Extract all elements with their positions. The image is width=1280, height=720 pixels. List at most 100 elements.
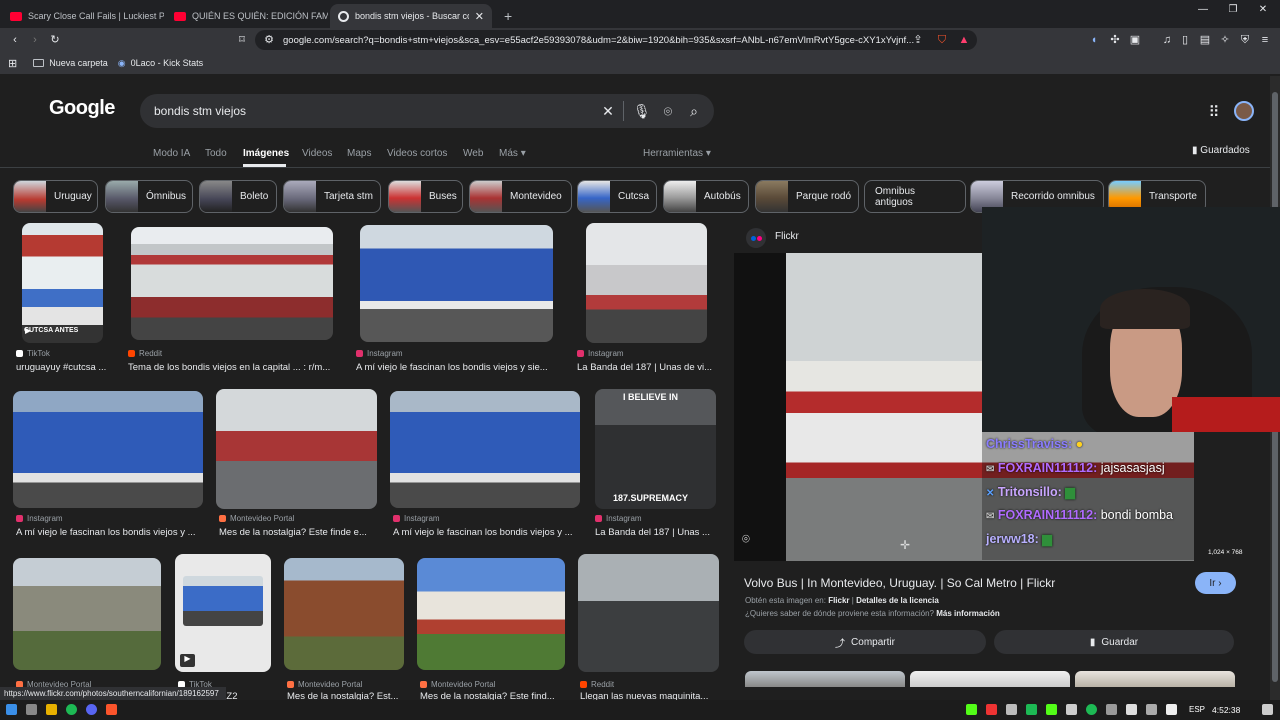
related-image-1[interactable] — [745, 671, 905, 687]
tab-web[interactable]: Web — [463, 148, 483, 159]
result-caption[interactable]: Mes de la nostalgia? Este finde e... — [219, 527, 377, 538]
brave-rewards-icon[interactable]: ▲ — [957, 33, 971, 47]
chip-omnibus-antiguos[interactable]: Omnibus antiguos — [864, 180, 966, 213]
lens-search-icon[interactable]: ⌾ — [742, 531, 750, 547]
google-apps-icon[interactable]: ⠿ — [1206, 103, 1222, 121]
address-bar[interactable]: google.com/search?q=bondis+stm+viejos&sc… — [255, 30, 977, 50]
restore-icon[interactable]: ❐ — [1218, 4, 1248, 15]
chip-montevideo[interactable]: Montevideo — [469, 180, 572, 213]
result-image-2[interactable] — [131, 227, 333, 340]
chip-parque-rodo[interactable]: Parque rodó — [755, 180, 859, 213]
related-image-3[interactable] — [1075, 671, 1235, 687]
leo-icon[interactable]: ✧ — [1218, 33, 1232, 47]
tray-icon[interactable] — [1066, 704, 1077, 715]
tab-videos[interactable]: Videos — [302, 148, 332, 159]
reload-icon[interactable]: ↻ — [48, 33, 62, 47]
brave-icon[interactable] — [106, 704, 117, 715]
tray-icon[interactable] — [1026, 704, 1037, 715]
clock[interactable]: 4:52:38 — [1212, 705, 1240, 715]
chip-tarjeta-stm[interactable]: Tarjeta stm — [283, 180, 381, 213]
media-icon[interactable]: ♫ — [1160, 33, 1174, 47]
result-image-7[interactable] — [390, 391, 580, 508]
result-image-5[interactable] — [13, 391, 203, 508]
menu-icon[interactable]: ≡ — [1258, 33, 1272, 47]
result-image-6[interactable] — [216, 389, 377, 509]
panel-title[interactable]: Volvo Bus | In Montevideo, Uruguay. | So… — [744, 576, 1055, 590]
taskbar-app-icon[interactable] — [26, 704, 37, 715]
lens-icon[interactable]: ⌾ — [660, 103, 676, 120]
result-caption[interactable]: A mí viejo le fascinan los bondis viejos… — [16, 527, 206, 538]
share-page-icon[interactable]: ⇪ — [911, 33, 925, 47]
chip-cutcsa[interactable]: Cutcsa — [577, 180, 657, 213]
sidebar-icon[interactable]: ▯ — [1178, 33, 1192, 47]
chip-omnibus[interactable]: Ómnibus — [105, 180, 193, 213]
result-image-3[interactable] — [360, 225, 553, 342]
tab-youtube-2[interactable]: QUIÉN ES QUIÉN: EDICIÓN FAMOSO... — [166, 4, 328, 28]
tray-icon[interactable] — [986, 704, 997, 715]
back-icon[interactable]: ‹ — [8, 33, 22, 47]
result-image-11[interactable] — [284, 558, 404, 670]
tray-icon[interactable] — [1006, 704, 1017, 715]
forward-icon[interactable]: › — [28, 33, 42, 47]
result-caption[interactable]: A mí viejo le fascinan los bondis viejos… — [393, 527, 583, 538]
found-in-site[interactable]: Flickr — [828, 596, 849, 605]
result-caption[interactable]: La Banda del 187 | Unas de vi... — [577, 362, 715, 373]
share-button[interactable]: ⤴ Compartir — [744, 630, 986, 654]
brave-shields-icon[interactable]: ⛉ — [935, 33, 949, 47]
tab-videos-cortos[interactable]: Videos cortos — [387, 148, 447, 159]
tab-imagenes[interactable]: Imágenes — [243, 148, 289, 159]
chip-autobus[interactable]: Autobús — [663, 180, 749, 213]
tray-icon[interactable] — [1106, 704, 1117, 715]
minimize-icon[interactable]: — — [1188, 4, 1218, 15]
related-image-2[interactable] — [910, 671, 1070, 687]
file-explorer-icon[interactable] — [46, 704, 57, 715]
avatar[interactable] — [1234, 101, 1254, 121]
result-image-13[interactable] — [578, 554, 719, 672]
new-tab-button[interactable]: + — [496, 4, 516, 28]
microphone-icon[interactable]: 🎙︎ — [633, 103, 651, 120]
bookmark-icon[interactable]: ⌑ — [235, 33, 249, 47]
vpn-icon[interactable]: ⛨ — [1238, 33, 1252, 47]
volume-icon[interactable] — [1166, 704, 1177, 715]
tab-youtube-1[interactable]: Scary Close Call Fails | Luckiest Peop..… — [2, 4, 164, 28]
tray-icon[interactable] — [1046, 704, 1057, 715]
result-caption[interactable]: La Banda del 187 | Unas ... — [595, 527, 716, 538]
tools-button[interactable]: Herramientas ▾ — [643, 148, 711, 159]
apps-icon[interactable]: ⊞ — [8, 57, 17, 70]
more-info-link[interactable]: Más información — [936, 609, 1000, 618]
result-caption[interactable]: Tema de los bondis viejos en la capital … — [128, 362, 338, 373]
screenshot-icon[interactable]: ▣ — [1128, 33, 1142, 47]
panel-source[interactable]: Flickr — [775, 231, 799, 242]
discord-icon[interactable] — [86, 704, 97, 715]
search-input[interactable]: bondis stm viejos — [154, 104, 246, 118]
audio-icon[interactable]: ◖ — [1087, 33, 1101, 47]
tab-mas[interactable]: Más ▾ — [499, 148, 526, 159]
notifications-icon[interactable] — [1262, 704, 1273, 715]
bookmark-folder[interactable]: Nueva carpeta — [33, 58, 108, 68]
result-caption[interactable]: uruguayuy #cutcsa ... — [16, 362, 116, 373]
spotify-icon[interactable] — [66, 704, 77, 715]
result-caption[interactable]: A mí viejo le fascinan los bondis viejos… — [356, 362, 554, 373]
extensions-icon[interactable]: ✣ — [1108, 33, 1122, 47]
close-window-icon[interactable]: ✕ — [1248, 4, 1278, 15]
chip-buses[interactable]: Buses — [388, 180, 463, 213]
close-tab-icon[interactable]: ✕ — [475, 10, 484, 23]
wallet-icon[interactable]: ▤ — [1198, 33, 1212, 47]
site-info-icon[interactable]: ⚙ — [262, 33, 276, 47]
language-indicator[interactable]: ESP — [1189, 705, 1205, 714]
saved-button[interactable]: ▮ Guardados — [1192, 145, 1250, 156]
windows-start-icon[interactable] — [6, 704, 17, 715]
clear-search-icon[interactable]: ✕ — [600, 103, 616, 120]
google-logo[interactable]: Google — [49, 97, 115, 120]
chip-uruguay[interactable]: Uruguay — [13, 180, 98, 213]
tab-maps[interactable]: Maps — [347, 148, 371, 159]
tray-icon[interactable] — [966, 704, 977, 715]
result-image-10[interactable]: ▶ — [175, 554, 271, 672]
tab-modo-ia[interactable]: Modo IA — [153, 148, 190, 159]
result-image-8[interactable]: I BELIEVE IN 187.SUPREMACY — [595, 389, 716, 509]
chip-boleto[interactable]: Boleto — [199, 180, 277, 213]
tray-icon[interactable] — [1126, 704, 1137, 715]
license-link[interactable]: Detalles de la licencia — [856, 596, 939, 605]
tray-icon[interactable] — [1086, 704, 1097, 715]
go-button[interactable]: Ir › — [1195, 572, 1236, 594]
